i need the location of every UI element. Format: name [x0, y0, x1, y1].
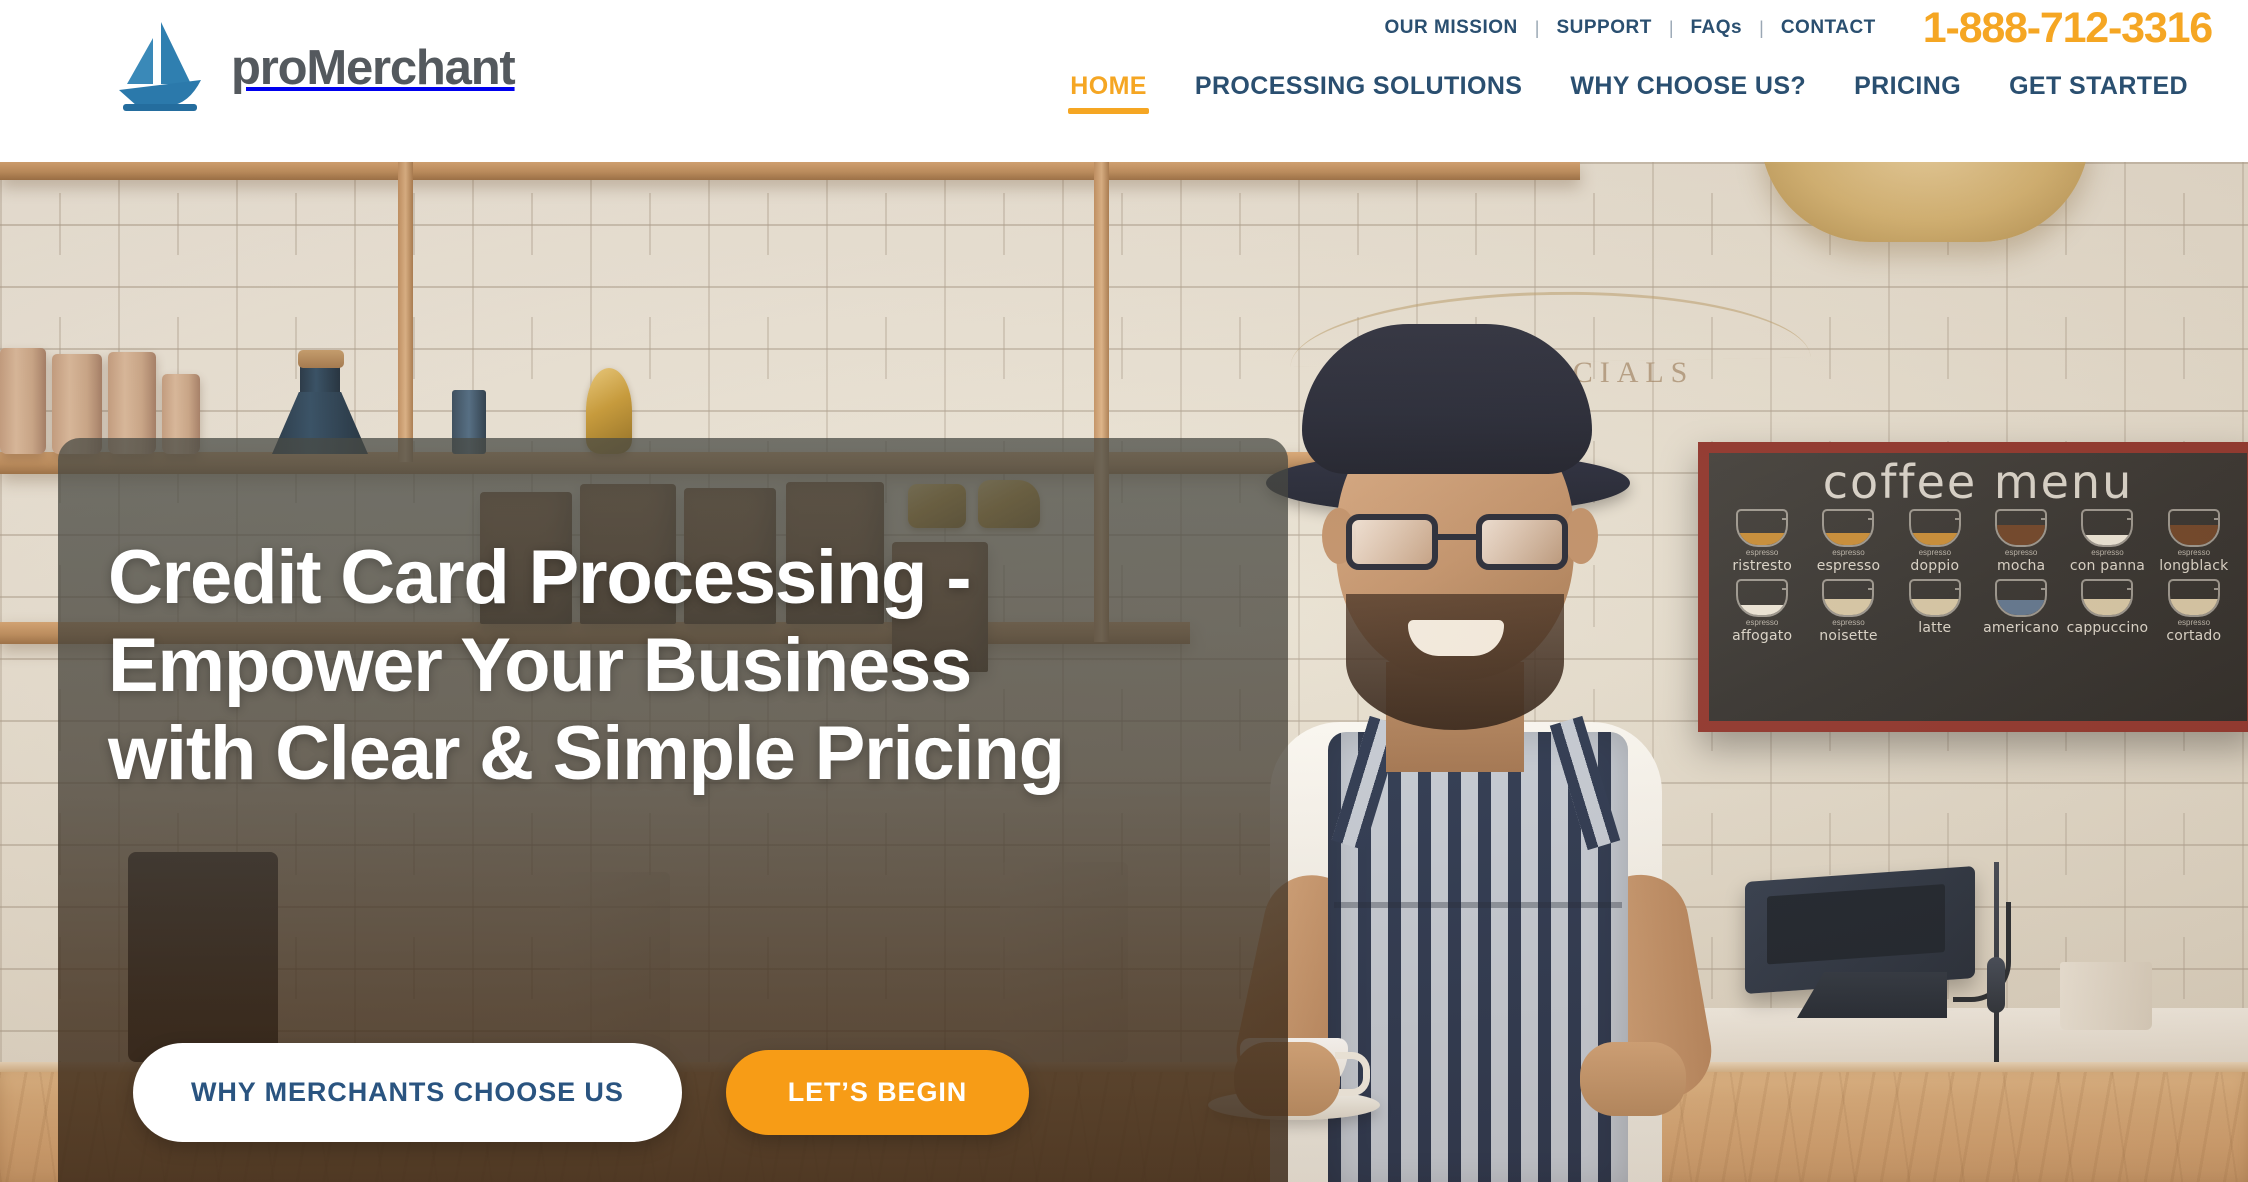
shelf-top — [0, 162, 1580, 180]
menu-item: americano — [1980, 578, 2062, 645]
sailboat-icon — [105, 18, 213, 118]
eyeglasses-icon — [1346, 514, 1568, 570]
chalkboard-title: coffee menu — [1822, 455, 2134, 509]
nav-item-processing-solutions[interactable]: PROCESSING SOLUTIONS — [1171, 66, 1546, 106]
main-nav: HOME PROCESSING SOLUTIONS WHY CHOOSE US?… — [1046, 66, 2212, 114]
why-merchants-choose-us-button[interactable]: WHY MERCHANTS CHOOSE US — [133, 1043, 682, 1142]
barista-hand-right — [1580, 1042, 1686, 1116]
lens-left — [1346, 514, 1438, 570]
cup-stack — [2060, 962, 2152, 1030]
mic-head — [1987, 957, 2005, 1013]
coffee-cup-icon — [2167, 578, 2220, 617]
menu-item: espresso noisette — [1807, 578, 1889, 645]
menu-item: espresso mocha — [1980, 508, 2062, 575]
barista-smile — [1408, 620, 1504, 656]
chalkboard-row-1: espresso ristresto espresso espresso espre… — [1721, 508, 2235, 575]
menu-item: espresso espresso — [1807, 508, 1889, 575]
coffee-cup-icon — [2081, 508, 2134, 547]
brand-wordmark: proMerchant — [231, 40, 516, 95]
logo-link[interactable]: proMerchant — [105, 18, 516, 118]
util-link-contact[interactable]: CONTACT — [1764, 17, 1893, 39]
bottle-cork — [298, 350, 344, 368]
utility-nav: OUR MISSION | SUPPORT | FAQs | CONTACT 1… — [1128, 0, 2248, 56]
hero-headline: Credit Card Processing - Empower Your Bu… — [108, 535, 1065, 797]
hero-overlay-card: Credit Card Processing - Empower Your Bu… — [58, 438, 1288, 1182]
shelf-jar — [0, 348, 46, 454]
shelf-post — [398, 162, 413, 462]
menu-item: espresso con panna — [2066, 508, 2148, 575]
menu-item: espresso cortado — [2153, 578, 2235, 645]
util-link-support[interactable]: SUPPORT — [1539, 17, 1668, 39]
hero-section: SPECIALS coffee menu espresso ristresto … — [0, 162, 2248, 1182]
menu-item: cappuccino — [2066, 578, 2148, 645]
fedora-hat — [1302, 324, 1592, 474]
nav-item-pricing[interactable]: PRICING — [1830, 66, 1985, 106]
barista-beard — [1346, 594, 1564, 730]
util-link-faqs[interactable]: FAQs — [1674, 17, 1760, 39]
coffee-cup-icon — [2167, 508, 2220, 547]
nav-item-home[interactable]: HOME — [1046, 66, 1171, 114]
apron-pocket — [1334, 902, 1622, 908]
phone-number-link[interactable]: 1-888-712-3316 — [1923, 4, 2213, 53]
coffee-cup-icon — [2081, 578, 2134, 617]
menu-item: latte — [1894, 578, 1976, 645]
coffee-cup-icon — [1908, 508, 1961, 547]
lens-right — [1476, 514, 1568, 570]
nav-item-get-started[interactable]: GET STARTED — [1985, 66, 2212, 106]
barista-ear — [1564, 508, 1598, 564]
hero-cta-group: WHY MERCHANTS CHOOSE US LET’S BEGIN — [133, 1043, 1030, 1142]
coffee-cup-icon — [1995, 508, 2048, 547]
site-header: proMerchant OUR MISSION | SUPPORT | FAQs… — [0, 0, 2248, 162]
coffee-cup-icon — [1822, 578, 1875, 617]
menu-item: espresso longblack — [2153, 508, 2235, 575]
coffee-cup-icon — [1995, 578, 2048, 617]
menu-item: espresso doppio — [1894, 508, 1976, 575]
glasses-bridge — [1438, 534, 1476, 540]
chalkboard-row-2: espresso affogato espresso noisette latte … — [1721, 578, 2235, 645]
nav-item-why-choose-us[interactable]: WHY CHOOSE US? — [1546, 66, 1830, 106]
coffee-cup-icon — [1908, 578, 1961, 617]
util-link-our-mission[interactable]: OUR MISSION — [1368, 17, 1535, 39]
coffee-cup-icon — [1822, 508, 1875, 547]
lets-begin-button[interactable]: LET’S BEGIN — [725, 1050, 1030, 1135]
